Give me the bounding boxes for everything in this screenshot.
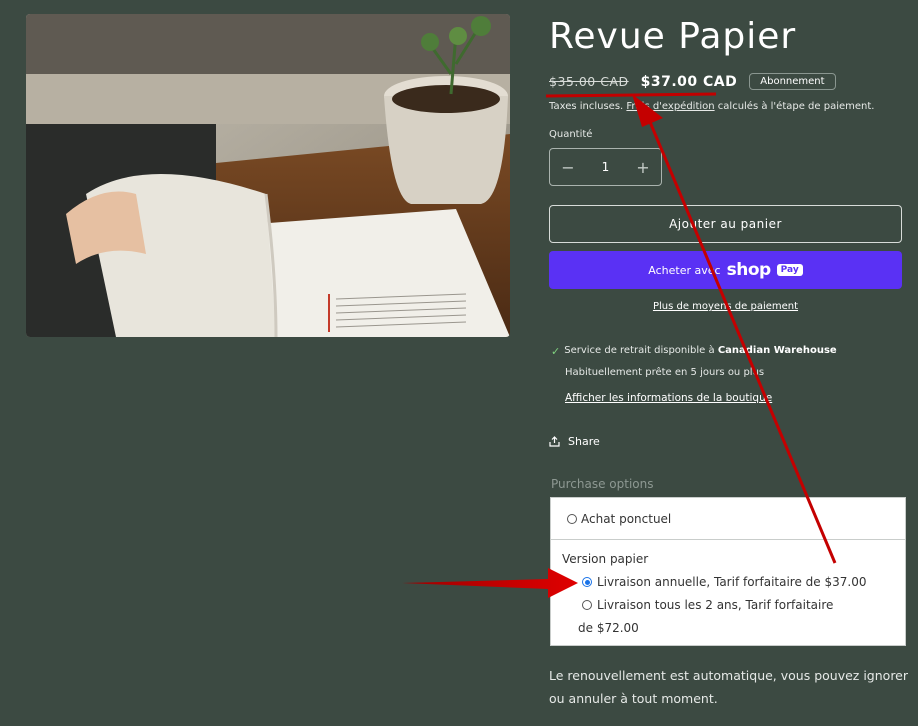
- purchase-options-box: Achat ponctuel Version papier Livraison …: [550, 497, 906, 646]
- quantity-input[interactable]: 1: [586, 160, 625, 174]
- pickup-availability: ✓ Service de retrait disponible à Canadi…: [551, 345, 837, 358]
- share-button[interactable]: Share: [549, 435, 600, 448]
- subscription-group-title: Version papier: [562, 552, 649, 566]
- options-divider: [551, 539, 905, 540]
- one-time-label[interactable]: Achat ponctuel: [581, 512, 671, 526]
- tax-note-suffix: calculés à l'étape de paiement.: [714, 101, 875, 112]
- subscription-badge: Abonnement: [749, 73, 836, 90]
- share-icon: [549, 436, 560, 447]
- more-payment-options-link[interactable]: Plus de moyens de paiement: [549, 301, 902, 312]
- biennial-delivery-radio[interactable]: [582, 600, 592, 610]
- add-to-cart-button[interactable]: Ajouter au panier: [549, 205, 902, 243]
- compare-at-price: $35.00 CAD: [549, 74, 629, 89]
- pickup-location: Canadian Warehouse: [717, 345, 837, 356]
- price-row: $35.00 CAD $37.00 CAD Abonnement: [549, 73, 836, 90]
- shop-pay-button[interactable]: Acheter avec shop Pay: [549, 251, 902, 289]
- sale-price: $37.00 CAD: [640, 73, 738, 90]
- pay-pill: Pay: [776, 264, 803, 276]
- pickup-ready-time: Habituellement prête en 5 jours ou plus: [565, 367, 765, 378]
- quantity-decrease-button[interactable]: −: [550, 158, 586, 177]
- renewal-note-line-1: Le renouvellement est automatique, vous …: [549, 668, 909, 683]
- shop-pay-label: Acheter avec: [648, 263, 721, 277]
- renewal-note-line-2: ou annuler à tout moment.: [549, 691, 718, 706]
- product-title: Revue Papier: [549, 16, 797, 57]
- check-icon: ✓: [551, 345, 561, 358]
- annual-delivery-label[interactable]: Livraison annuelle, Tarif forfaitaire de…: [597, 575, 866, 589]
- renewal-note: Le renouvellement est automatique, vous …: [549, 664, 909, 710]
- annual-delivery-radio[interactable]: [582, 577, 592, 587]
- tax-note: Taxes incluses. Frais d'expédition calcu…: [549, 101, 874, 112]
- biennial-delivery-label-cont[interactable]: de $72.00: [578, 621, 639, 635]
- tax-note-prefix: Taxes incluses.: [549, 101, 627, 112]
- quantity-label: Quantité: [549, 129, 593, 140]
- quantity-stepper: − 1 +: [549, 148, 662, 186]
- quantity-increase-button[interactable]: +: [625, 158, 661, 177]
- price-underline: [545, 92, 717, 98]
- store-info-link[interactable]: Afficher les informations de la boutique: [565, 392, 772, 404]
- pickup-prefix: Service de retrait disponible à: [564, 345, 718, 356]
- shipping-link[interactable]: Frais d'expédition: [626, 101, 714, 112]
- product-image: [26, 14, 510, 337]
- one-time-radio[interactable]: [567, 514, 577, 524]
- purchase-options-label: Purchase options: [551, 477, 654, 491]
- shop-logo: shop: [726, 260, 772, 280]
- arrow-to-price: [632, 94, 837, 564]
- share-label: Share: [568, 435, 600, 448]
- biennial-delivery-label[interactable]: Livraison tous les 2 ans, Tarif forfaita…: [597, 598, 833, 612]
